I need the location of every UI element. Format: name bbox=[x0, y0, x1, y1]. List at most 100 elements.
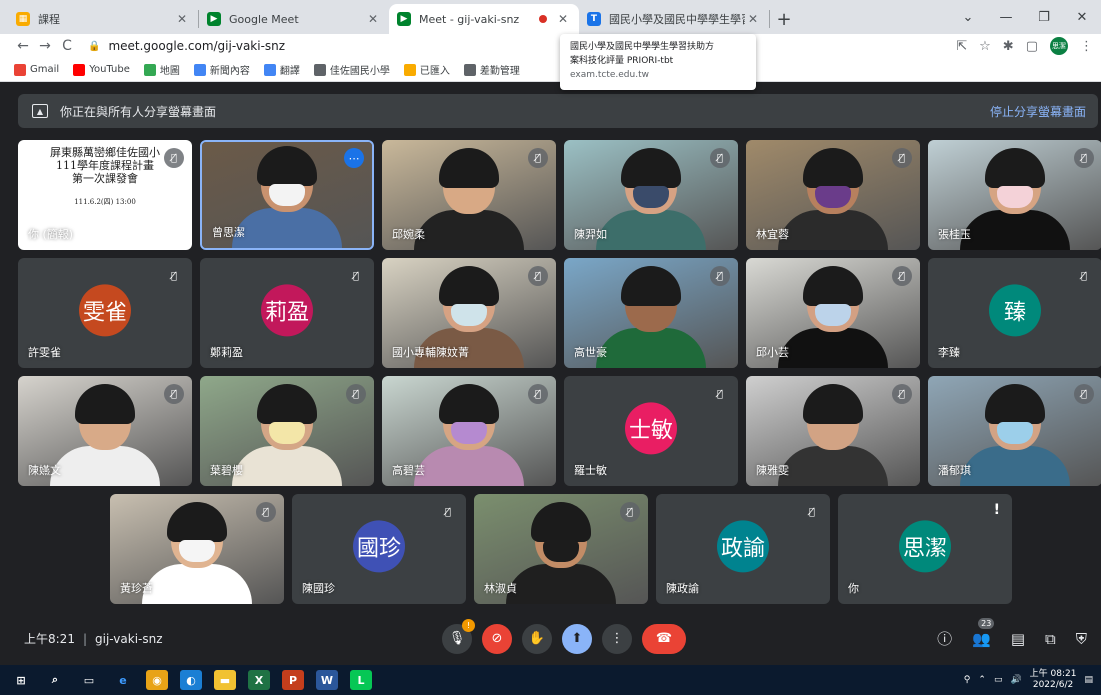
clock-time: 上午 08:21 bbox=[1029, 669, 1077, 679]
back-button[interactable]: ← bbox=[12, 38, 34, 54]
more-options-button[interactable]: ⋮ bbox=[602, 623, 632, 654]
leave-call-button[interactable]: ☎ bbox=[642, 623, 686, 654]
participant-figure bbox=[414, 384, 524, 486]
bookmark-favicon-icon bbox=[143, 63, 156, 76]
file-explorer-icon[interactable]: ▬ bbox=[214, 670, 236, 690]
microphone-button[interactable]: 🎙! bbox=[442, 618, 475, 654]
participant-tile[interactable]: 國珍 🎙̸ 陳國珍 bbox=[292, 494, 466, 604]
url-text: meet.google.com/gij-vaki-snz bbox=[108, 39, 286, 53]
bookmark-item[interactable]: 翻譯 bbox=[263, 62, 300, 77]
participant-tile[interactable]: 🎙̸ 邱小芸 bbox=[746, 258, 920, 368]
participant-tile[interactable]: 🎙̸ 陳羿如 bbox=[564, 140, 738, 250]
bookmark-item[interactable]: 新聞內容 bbox=[193, 62, 250, 77]
browser-tab[interactable]: ▶ Google Meet ✕ bbox=[199, 4, 389, 34]
people-button[interactable]: 👥 23 bbox=[972, 617, 995, 648]
meeting-details-icon[interactable]: ⓘ bbox=[937, 628, 952, 649]
participant-tile[interactable]: 🎙̸ 陳嬿文 bbox=[18, 376, 192, 486]
notifications-icon[interactable]: ▤ bbox=[1084, 675, 1093, 685]
participant-tile[interactable]: 士敏 🎙̸ 羅士敏 bbox=[564, 376, 738, 486]
people-tray-icon[interactable]: ⚲ bbox=[964, 675, 971, 685]
bookmark-star-icon[interactable]: ☆ bbox=[979, 39, 991, 54]
volume-icon[interactable]: 🔊 bbox=[1010, 675, 1021, 685]
tab-title: 課程 bbox=[38, 13, 60, 26]
participant-tile[interactable]: 🎙̸ 國小專輔陳妏菁 bbox=[382, 258, 556, 368]
participant-tile[interactable]: 🎙̸ 林宜蓉 bbox=[746, 140, 920, 250]
camera-off-button[interactable]: ⊘ bbox=[482, 623, 512, 654]
close-tab-icon[interactable]: ✕ bbox=[365, 12, 381, 26]
participant-name: 許雯雀 bbox=[28, 346, 61, 359]
menu-icon[interactable]: ⋮ bbox=[1080, 39, 1093, 54]
bookmark-item[interactable]: 已匯入 bbox=[403, 62, 450, 77]
browser-tab[interactable]: T 國民小學及國民中學學生學習扶...✕ bbox=[579, 4, 769, 34]
muted-mic-icon: 🎙̸ bbox=[710, 266, 730, 286]
task-view-icon[interactable]: ▭ bbox=[78, 670, 100, 690]
tile-more-options-button[interactable]: ⋯ bbox=[344, 148, 364, 168]
browser-tab[interactable]: ▶ Meet - gij-vaki-snz ✕ bbox=[389, 4, 579, 34]
participant-tile[interactable]: 🎙̸ 邱婉柔 bbox=[382, 140, 556, 250]
forward-button[interactable]: → bbox=[34, 38, 56, 54]
reload-button[interactable]: C bbox=[56, 38, 78, 54]
line-icon[interactable]: L bbox=[350, 670, 372, 690]
participant-tile[interactable]: 政諭 🎙̸ 陳政諭 bbox=[656, 494, 830, 604]
powerpoint-icon[interactable]: P bbox=[282, 670, 304, 690]
search-icon[interactable]: ⌕ bbox=[44, 670, 66, 690]
participant-tile[interactable]: 思潔! 你 bbox=[838, 494, 1012, 604]
participant-tile[interactable]: 🎙̸ 高碧芸 bbox=[382, 376, 556, 486]
close-window-button[interactable]: ✕ bbox=[1063, 10, 1101, 25]
url-field[interactable]: 🔒 meet.google.com/gij-vaki-snz bbox=[88, 39, 285, 53]
word-icon[interactable]: W bbox=[316, 670, 338, 690]
sidebar-icon[interactable]: ▢ bbox=[1026, 39, 1038, 54]
network-icon[interactable]: ▭ bbox=[994, 675, 1003, 685]
participant-tile[interactable]: 臻 🎙̸ 李臻 bbox=[928, 258, 1101, 368]
participant-tile[interactable]: 屏東縣萬巒鄉佳佐國小 111學年度課程計畫 第一次課發會 111.6.2(四) 13:… bbox=[18, 140, 192, 250]
close-tab-icon[interactable]: ✕ bbox=[745, 12, 761, 26]
raise-hand-button[interactable]: ✋ bbox=[522, 623, 552, 654]
muted-mic-icon: 🎙̸ bbox=[164, 384, 184, 404]
mic-icon: 🎙 bbox=[448, 631, 466, 646]
tab-search-icon[interactable]: ⌄ bbox=[949, 10, 987, 25]
restore-button[interactable]: ❐ bbox=[1025, 10, 1063, 25]
edge-icon[interactable]: ◐ bbox=[180, 670, 202, 690]
meet-area: ▲ 你正在與所有人分享螢幕畫面 停止分享螢幕畫面 屏東縣萬巒鄉佳佐國小 111學年… bbox=[0, 82, 1101, 665]
close-tab-icon[interactable]: ✕ bbox=[555, 12, 571, 26]
bookmark-item[interactable]: Gmail bbox=[14, 63, 59, 76]
participant-tile[interactable]: 莉盈 🎙̸ 鄭莉盈 bbox=[200, 258, 374, 368]
participant-tile[interactable]: 🎙̸ 林淑貞 bbox=[474, 494, 648, 604]
bookmark-item[interactable]: 佳佐國民小學 bbox=[313, 62, 390, 77]
show-hidden-icons[interactable]: ⌃ bbox=[978, 675, 986, 685]
profile-avatar[interactable]: 思潔 bbox=[1050, 37, 1068, 55]
bookmark-item[interactable]: 地圖 bbox=[143, 62, 180, 77]
participant-tile[interactable]: 🎙̸ 葉碧櫻 bbox=[200, 376, 374, 486]
close-tab-icon[interactable]: ✕ bbox=[174, 12, 190, 26]
bookmark-item[interactable]: YouTube bbox=[73, 63, 130, 76]
stop-sharing-button[interactable]: 停止分享螢幕畫面 bbox=[990, 103, 1086, 120]
participant-tile[interactable]: 雯雀 🎙̸ 許雯雀 bbox=[18, 258, 192, 368]
participant-tile[interactable]: ⋯ 曾思潔 bbox=[200, 140, 374, 250]
excel-icon[interactable]: X bbox=[248, 670, 270, 690]
activities-icon[interactable]: ⧉ bbox=[1045, 630, 1056, 648]
tab-strip: ▦ 課程 ✕ ▶ Google Meet ✕ ▶ Meet - gij-vaki-snz ✕ T 國… bbox=[0, 0, 1101, 34]
participant-tile[interactable]: 🎙̸ 高世豪 bbox=[564, 258, 738, 368]
start-icon[interactable]: ⊞ bbox=[10, 670, 32, 690]
bookmark-label: 翻譯 bbox=[279, 66, 300, 77]
chat-icon[interactable]: ▤ bbox=[1011, 630, 1025, 648]
present-now-button[interactable]: ⬆ bbox=[562, 623, 592, 654]
edge-legacy-icon[interactable]: e bbox=[112, 670, 134, 690]
participant-tile[interactable]: 🎙̸ 黃珍蒼 bbox=[110, 494, 284, 604]
hand-icon: ✋ bbox=[528, 631, 546, 646]
chrome-icon[interactable]: ◉ bbox=[146, 670, 168, 690]
bookmark-item[interactable]: 差勤管理 bbox=[463, 62, 520, 77]
browser-tab[interactable]: ▦ 課程 ✕ bbox=[8, 4, 198, 34]
share-icon[interactable]: ⇱ bbox=[956, 39, 967, 54]
extensions-icon[interactable]: ✱ bbox=[1003, 39, 1014, 54]
new-tab-button[interactable]: + bbox=[770, 4, 798, 34]
participant-tile[interactable]: 🎙̸ 潘郁琪 bbox=[928, 376, 1101, 486]
lock-icon: 🔒 bbox=[88, 40, 101, 52]
minimize-button[interactable]: — bbox=[987, 10, 1025, 25]
taskbar-clock[interactable]: 上午 08:21 2022/6/2 bbox=[1030, 669, 1077, 691]
participant-tile[interactable]: 🎙̸ 陳雅雯 bbox=[746, 376, 920, 486]
participant-tile[interactable]: 🎙̸ 張桂玉 bbox=[928, 140, 1101, 250]
participant-name: 葉碧櫻 bbox=[210, 464, 243, 477]
alert-icon[interactable]: ! bbox=[994, 502, 1000, 518]
host-controls-icon[interactable]: ⛨ bbox=[1076, 630, 1087, 648]
